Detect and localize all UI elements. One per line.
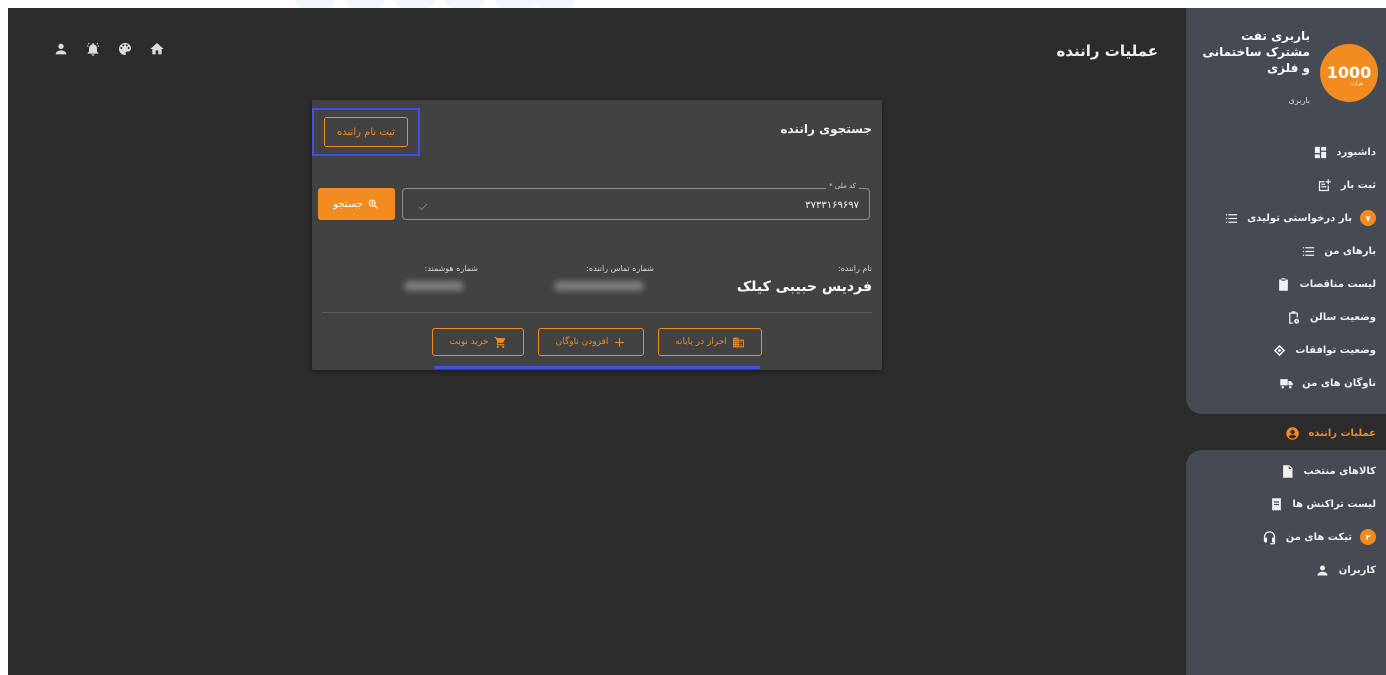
buy-turn-label: خرید نوبت xyxy=(449,337,489,347)
add-cargo-icon xyxy=(1317,177,1333,193)
dashboard-icon xyxy=(1312,144,1328,160)
terminal-auth-button[interactable]: احراز در پایانه xyxy=(658,328,762,356)
driver-phone-block: شماره تماس راننده: xyxy=(534,264,654,291)
file-check-icon xyxy=(1280,463,1296,479)
home-icon[interactable] xyxy=(148,40,166,58)
selection-indicator-bar xyxy=(434,366,760,369)
count-badge: ۷ xyxy=(1360,210,1376,226)
sidebar-item-label: ناوگان های من xyxy=(1302,377,1376,389)
sidebar-item-users[interactable]: کاربران xyxy=(1315,560,1376,580)
buy-turn-button[interactable]: خرید نوبت xyxy=(432,328,524,356)
person-icon xyxy=(1315,562,1331,578)
top-strip xyxy=(0,0,1386,8)
smart-number-label: شماره هوشمند: xyxy=(424,264,478,273)
clipboard-clock-icon xyxy=(1286,309,1302,325)
smart-number-blurred xyxy=(404,281,464,291)
card-divider xyxy=(322,312,872,313)
user-icon[interactable] xyxy=(52,40,70,58)
sidebar-item-tenders[interactable]: لیست مناقصات xyxy=(1276,274,1376,294)
page-title: عملیات راننده xyxy=(1056,42,1158,60)
handshake-icon xyxy=(1271,342,1287,358)
truck-icon xyxy=(1278,375,1294,391)
sidebar-item-dashboard[interactable]: داشبورد xyxy=(1312,142,1376,162)
sidebar-item-my-fleet[interactable]: ناوگان های من xyxy=(1278,373,1376,393)
national-code-value: ۳۷۳۳۱۶۹۶۹۷ xyxy=(805,200,859,211)
search-button-label: جستجو xyxy=(333,198,363,210)
list-icon xyxy=(1223,210,1239,226)
support-icon xyxy=(1262,529,1278,545)
list-icon xyxy=(1300,243,1316,259)
receipt-icon xyxy=(1268,496,1284,512)
sidebar-item-hall-status[interactable]: وضعیت سالن xyxy=(1286,307,1376,327)
sidebar: 1000 هزاره باربری تفت مشترک ساختمانی و ف… xyxy=(1186,8,1386,675)
smart-number-block: شماره هوشمند: xyxy=(358,264,478,291)
sidebar-item-my-cargo[interactable]: بارهای من xyxy=(1300,241,1376,261)
sidebar-item-requested-cargo[interactable]: بار درخواستی تولیدی ۷ xyxy=(1223,208,1376,228)
sidebar-item-my-tickets[interactable]: تیکت های من ۲ xyxy=(1262,527,1376,547)
building-icon xyxy=(732,337,744,347)
sidebar-item-label: عملیات راننده xyxy=(1308,427,1376,439)
cart-icon xyxy=(494,336,505,348)
account-circle-icon xyxy=(1284,425,1300,441)
sidebar-item-label: ثبت بار xyxy=(1340,179,1376,191)
sidebar-item-label: لیست تراکنش ها xyxy=(1292,498,1376,510)
plus-icon xyxy=(615,337,625,347)
national-code-field[interactable]: کد ملی * ۳۷۳۳۱۶۹۶۹۷ xyxy=(402,182,870,220)
add-fleet-button[interactable]: افزودن ناوگان xyxy=(538,328,644,356)
terminal-auth-label: احراز در پایانه xyxy=(675,337,727,347)
sidebar-item-label: کالاهای منتخب xyxy=(1303,465,1377,477)
brand-subtitle: باربری xyxy=(1288,96,1310,105)
card-title: جستجوی راننده xyxy=(780,122,872,136)
sidebar-item-selected-goods[interactable]: کالاهای منتخب xyxy=(1280,461,1377,481)
sidebar-item-label: بارهای من xyxy=(1324,245,1376,257)
sidebar-item-transactions[interactable]: لیست تراکنش ها xyxy=(1268,494,1376,514)
sidebar-item-label: وضعیت سالن xyxy=(1309,311,1376,323)
svg-text:هزاره: هزاره xyxy=(1351,81,1363,87)
palette-icon[interactable] xyxy=(116,40,134,58)
driver-phone-blurred xyxy=(554,281,644,291)
driver-name-label: نام راننده: xyxy=(838,264,872,273)
driver-name-block: نام راننده: فردیس حبیبی کیلک xyxy=(712,264,872,295)
national-code-label: کد ملی * xyxy=(826,182,859,190)
check-icon xyxy=(417,198,429,211)
sidebar-item-label: کاربران xyxy=(1338,564,1376,576)
search-button[interactable]: جستجو xyxy=(318,188,395,220)
sidebar-item-driver-operations[interactable]: عملیات راننده xyxy=(1284,423,1376,443)
sidebar-item-label: بار درخواستی تولیدی xyxy=(1247,212,1352,224)
sidebar-item-agreements[interactable]: وضعیت توافقات xyxy=(1271,340,1376,360)
driver-name: فردیس حبیبی کیلک xyxy=(736,279,872,295)
search-icon xyxy=(368,199,378,209)
top-toolbar xyxy=(52,40,166,58)
svg-text:1000: 1000 xyxy=(1327,63,1371,82)
count-badge: ۲ xyxy=(1360,529,1376,545)
sidebar-item-label: داشبورد xyxy=(1336,146,1376,158)
sidebar-item-label: تیکت های من xyxy=(1285,531,1352,543)
sidebar-item-label: لیست مناقصات xyxy=(1299,278,1376,290)
notification-icon[interactable] xyxy=(84,40,102,58)
main-panel: عملیات راننده جستجوی راننده ثبت نام رانن… xyxy=(8,24,1178,675)
add-fleet-label: افزودن ناوگان xyxy=(555,337,609,347)
register-driver-button[interactable]: ثبت نام راننده xyxy=(324,117,408,147)
sidebar-item-add-cargo[interactable]: ثبت بار xyxy=(1317,175,1376,195)
sidebar-item-label: وضعیت توافقات xyxy=(1295,344,1376,356)
driver-search-card: جستجوی راننده ثبت نام راننده کد ملی * ۳۷… xyxy=(312,100,882,370)
brand-name: باربری تفت مشترک ساختمانی و فلزی xyxy=(1202,29,1310,75)
clipboard-icon xyxy=(1276,276,1292,292)
brand-logo: 1000 هزاره xyxy=(1320,44,1378,102)
driver-phone-label: شماره تماس راننده: xyxy=(586,264,654,273)
